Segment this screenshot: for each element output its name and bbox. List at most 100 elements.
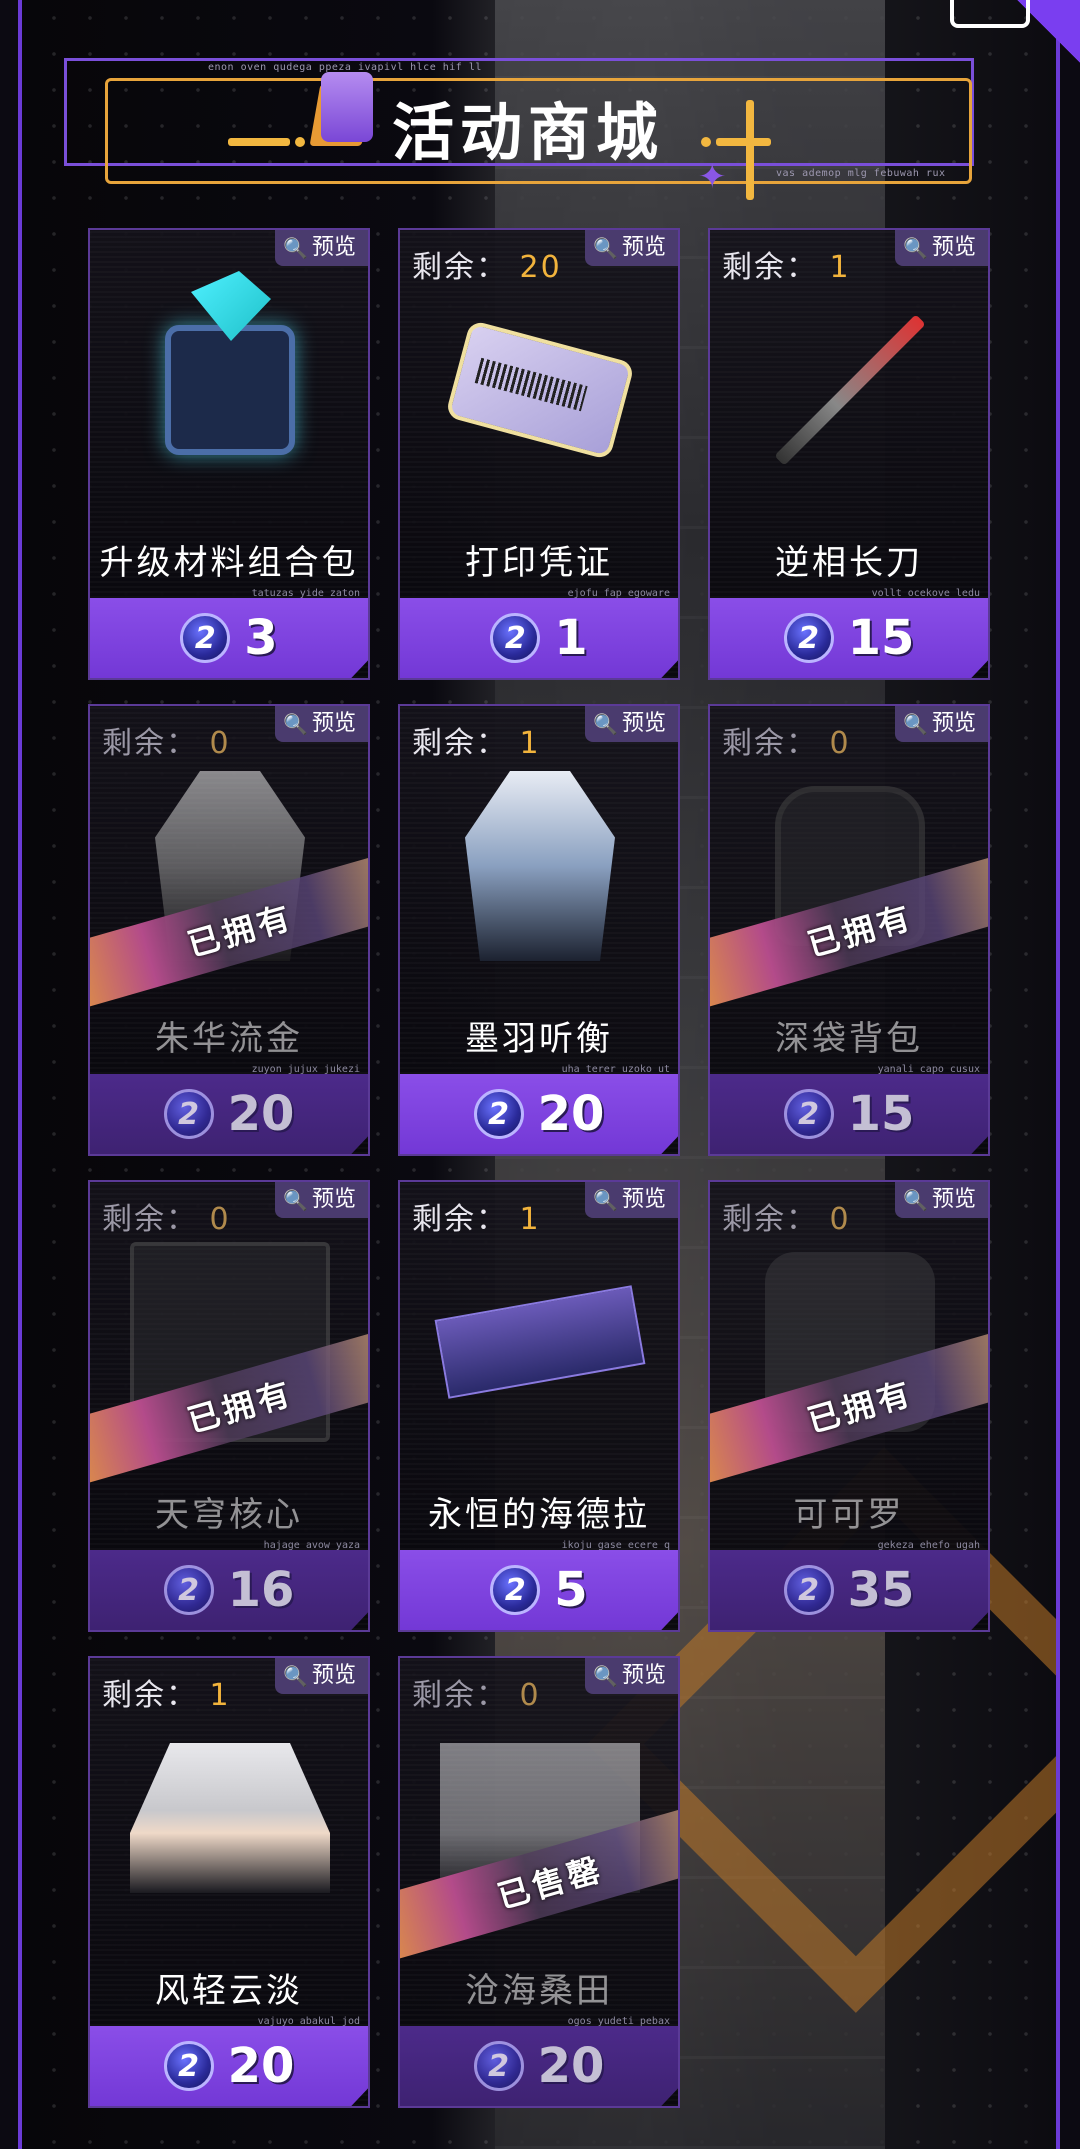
coin-icon: 2 bbox=[180, 613, 231, 663]
price-bar[interactable]: 2 20 bbox=[400, 1074, 678, 1154]
item-price: 3 bbox=[244, 610, 278, 666]
item-subtext: zuyon jujux jukezi bbox=[251, 1064, 360, 1075]
coin-icon: 2 bbox=[473, 1089, 524, 1139]
stock-label: 剩余： 0 bbox=[412, 1678, 541, 1713]
item-price: 15 bbox=[847, 610, 915, 666]
price-bar[interactable]: 25 bbox=[400, 1550, 678, 1630]
coin-icon: 2 bbox=[783, 613, 834, 663]
magnifier-icon: 🔍 bbox=[903, 236, 928, 260]
preview-button[interactable]: 🔍 预览 bbox=[585, 1658, 678, 1694]
preview-button[interactable]: 🔍 预览 bbox=[275, 1658, 368, 1694]
item-price: 16 bbox=[227, 1562, 295, 1618]
shop-item-card[interactable]: 剩余： 0 🔍 预览 已售罄 沧海桑田 ogos yudeti pebax 2 20 bbox=[398, 1656, 680, 2108]
price-bar[interactable]: 2 15 bbox=[710, 598, 988, 678]
preview-button[interactable]: 🔍 预览 bbox=[585, 706, 678, 742]
coin-icon: 2 bbox=[490, 613, 541, 663]
header-deco-line-right bbox=[716, 138, 771, 146]
coin-icon: 2 bbox=[783, 1565, 834, 1615]
magnifier-icon: 🔍 bbox=[283, 1188, 308, 1212]
header-deco-line-left bbox=[228, 138, 290, 146]
stock-label: 剩余： 0 bbox=[102, 1202, 231, 1237]
stock-label: 剩余： 0 bbox=[722, 1202, 851, 1237]
item-price: 35 bbox=[847, 1562, 915, 1618]
shop-item-card[interactable]: 剩余： 1 🔍 预览 逆相长刀 vollt ocekove ledu 2 15 bbox=[708, 228, 990, 680]
left-frame bbox=[0, 0, 22, 2149]
price-bar[interactable]: 2 15 bbox=[710, 1074, 988, 1154]
stock-label: 剩余： 1 bbox=[412, 1202, 541, 1237]
stock-label: 剩余： 0 bbox=[102, 726, 231, 761]
magnifier-icon: 🔍 bbox=[903, 1188, 928, 1212]
price-bar[interactable]: 2 20 bbox=[400, 2026, 678, 2106]
item-image bbox=[130, 290, 330, 490]
close-button[interactable] bbox=[950, 0, 1030, 28]
shop-item-card[interactable]: 剩余： 0 🔍 预览 已拥有 朱华流金 zuyon jujux jukezi 22… bbox=[88, 704, 370, 1156]
price-bar[interactable]: 2 20 bbox=[90, 2026, 368, 2106]
magnifier-icon: 🔍 bbox=[593, 236, 618, 260]
preview-button[interactable]: 🔍 预览 bbox=[585, 230, 678, 266]
item-subtext: ejofu fap egoware bbox=[567, 588, 670, 599]
price-bar[interactable]: 23 bbox=[90, 598, 368, 678]
item-name: 深袋背包 bbox=[775, 1019, 923, 1059]
banner-art bbox=[434, 1285, 646, 1399]
stock-label: 剩余： 1 bbox=[102, 1678, 231, 1713]
shop-item-card[interactable]: 剩余： 1 🔍 预览 永恒的海德拉 ikoju gase ecere q 25 bbox=[398, 1180, 680, 1632]
right-frame bbox=[1056, 0, 1080, 2149]
price-bar[interactable]: 2 20 bbox=[90, 1074, 368, 1154]
preview-button[interactable]: 🔍 预览 bbox=[275, 230, 368, 266]
coin-icon: 2 bbox=[163, 1565, 214, 1615]
shop-item-card[interactable]: 剩余： 1 🔍 预览 墨羽听衡 uha terer uzoko ut 2 20 bbox=[398, 704, 680, 1156]
item-subtext: ogos yudeti pebax bbox=[567, 2016, 670, 2027]
shop-item-card[interactable]: 剩余： 20 🔍 预览 打印凭证 ejofu fap egoware 21 bbox=[398, 228, 680, 680]
item-price: 5 bbox=[554, 1562, 588, 1618]
shop-item-card[interactable]: 剩余： 0 🔍 预览 已拥有 天穹核心 hajage avow yaza 2 16 bbox=[88, 1180, 370, 1632]
item-price: 20 bbox=[537, 1086, 605, 1142]
preview-button[interactable]: 🔍 预览 bbox=[585, 1182, 678, 1218]
coin-icon: 2 bbox=[490, 1565, 541, 1615]
item-name: 墨羽听衡 bbox=[465, 1019, 613, 1059]
stock-label: 剩余： 1 bbox=[412, 726, 541, 761]
coin-icon: 2 bbox=[473, 2041, 524, 2091]
sparkle-icon: ✦ bbox=[698, 157, 727, 197]
item-image bbox=[434, 1242, 646, 1442]
item-name: 朱华流金 bbox=[155, 1019, 303, 1059]
item-price: 20 bbox=[537, 2038, 605, 2094]
shop-item-card[interactable]: 剩余： 0 🔍 预览 已拥有 可可罗 gekeza ehefo ugah 2 35 bbox=[708, 1180, 990, 1632]
item-subtext: vollt ocekove ledu bbox=[871, 588, 980, 599]
item-subtext: hajage avow yaza bbox=[263, 1540, 360, 1551]
magnifier-icon: 🔍 bbox=[593, 1664, 618, 1688]
coin-icon: 2 bbox=[163, 2041, 214, 2091]
magnifier-icon: 🔍 bbox=[593, 712, 618, 736]
header-deco-dot-right bbox=[701, 137, 711, 147]
preview-button[interactable]: 🔍 预览 bbox=[895, 706, 988, 742]
item-name: 升级材料组合包 bbox=[99, 543, 359, 583]
header-deco-vertical bbox=[746, 100, 754, 200]
portrait-art bbox=[130, 1743, 330, 1893]
price-bar[interactable]: 2 16 bbox=[90, 1550, 368, 1630]
stock-label: 剩余： 0 bbox=[722, 726, 851, 761]
shop-item-card[interactable]: 剩余： 1 🔍 预览 风轻云淡 vajuyo abakul jod 2 20 bbox=[88, 1656, 370, 2108]
magnifier-icon: 🔍 bbox=[593, 1188, 618, 1212]
page-title: 活动商城 bbox=[392, 96, 665, 169]
magnifier-icon: 🔍 bbox=[903, 712, 928, 736]
item-subtext: yanali capo cusux bbox=[877, 1064, 980, 1075]
shop-cards-icon bbox=[309, 68, 375, 150]
shop-item-card[interactable]: 🔍 预览 升级材料组合包 tatuzas yide zaton 23 bbox=[88, 228, 370, 680]
item-price: 20 bbox=[227, 1086, 295, 1142]
item-name: 逆相长刀 bbox=[775, 543, 923, 583]
magnifier-icon: 🔍 bbox=[283, 1664, 308, 1688]
item-subtext: uha terer uzoko ut bbox=[561, 1064, 670, 1075]
preview-button[interactable]: 🔍 预览 bbox=[275, 706, 368, 742]
coin-icon: 2 bbox=[163, 1089, 214, 1139]
price-bar[interactable]: 2 35 bbox=[710, 1550, 988, 1630]
sword-art bbox=[774, 314, 926, 466]
price-bar[interactable]: 21 bbox=[400, 598, 678, 678]
item-name: 永恒的海德拉 bbox=[428, 1495, 650, 1535]
preview-button[interactable]: 🔍 预览 bbox=[895, 1182, 988, 1218]
preview-button[interactable]: 🔍 预览 bbox=[275, 1182, 368, 1218]
preview-button[interactable]: 🔍 预览 bbox=[895, 230, 988, 266]
item-price: 1 bbox=[554, 610, 588, 666]
header-deco-dot-left bbox=[295, 137, 305, 147]
item-price: 15 bbox=[847, 1086, 915, 1142]
shop-item-card[interactable]: 剩余： 0 🔍 预览 已拥有 深袋背包 yanali capo cusux 2 15 bbox=[708, 704, 990, 1156]
item-subtext: gekeza ehefo ugah bbox=[877, 1540, 980, 1551]
